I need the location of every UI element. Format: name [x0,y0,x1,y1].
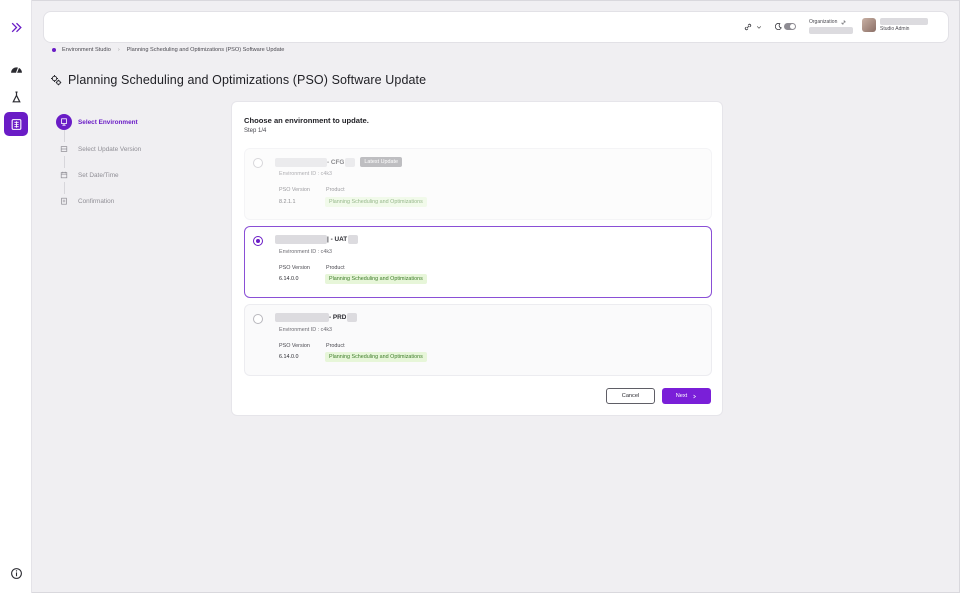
product-tag: Planning Scheduling and Optimizations [325,274,427,284]
organization-switcher[interactable]: Organization [809,19,853,34]
pso-version-value: 6.14.0.0 [279,276,299,282]
step-label: Set Date/Time [78,171,119,179]
product-tag: Planning Scheduling and Optimizations [325,197,427,207]
product-label: Product [326,187,345,193]
pso-version-value: 6.14.0.0 [279,354,299,360]
step-label: Select Update Version [78,145,142,153]
breadcrumb-current: Planning Scheduling and Optimizations (P… [126,47,285,53]
environment-suffix-redacted [348,235,359,244]
link-menu[interactable] [744,23,762,31]
next-button[interactable]: Next [662,388,711,404]
breadcrumb-root[interactable]: Environment Studio [62,47,111,53]
step-select-environment[interactable]: Select Environment [56,114,216,130]
latest-update-badge: Latest Update [360,157,402,167]
expand-icon[interactable] [4,15,28,39]
top-header: Organization Studio Admin [43,11,949,43]
dark-mode-toggle[interactable] [784,23,796,30]
environment-suffix-redacted [345,157,356,167]
environment-suffix-redacted [347,313,358,322]
environment-name-redacted [275,313,329,322]
cancel-button[interactable]: Cancel [606,388,655,404]
product-tag: Planning Scheduling and Optimizations [325,352,427,362]
chevron-right-icon [693,394,697,398]
moon-icon [775,23,782,30]
version-step-icon [56,141,72,157]
environment-selection-card: Choose an environment to update. Step 1/… [231,101,723,416]
chevron-down-icon [756,26,762,29]
flask-icon[interactable] [4,85,28,109]
step-counter: Step 1/4 [244,128,267,134]
environment-studio-icon[interactable] [4,112,28,136]
environment-suffix: - CFG [327,158,345,166]
pso-version-label: PSO Version [279,187,310,193]
environment-suffix: | - UAT [327,236,348,243]
gears-icon [51,75,62,86]
environment-id: Environment ID : c4k3 [279,171,333,177]
breadcrumb-dot [52,48,56,52]
environment-option-cfg: - CFG Latest Update Environment ID : c4k… [244,148,712,220]
theme-toggle[interactable] [775,23,796,30]
next-button-label: Next [675,393,688,399]
side-rail [0,0,32,593]
calendar-icon [56,167,72,183]
step-label: Confirmation [78,197,115,205]
environment-option-uat[interactable]: | - UAT Environment ID : c4k3 PSO Versio… [244,226,712,298]
cancel-button-label: Cancel [621,393,640,399]
environment-id: Environment ID : c4k3 [279,249,333,255]
environment-option-prd[interactable]: - PRD Environment ID : c4k3 PSO Version … [244,304,712,376]
step-select-update-version[interactable]: Select Update Version [56,141,216,157]
clipboard-icon [56,193,72,209]
product-label: Product [326,343,345,349]
pso-version-label: PSO Version [279,265,310,271]
link-icon [744,23,752,31]
user-menu[interactable]: Studio Admin [862,18,928,32]
page-header: Planning Scheduling and Optimizations (P… [50,73,426,87]
environment-radio[interactable] [253,236,263,246]
breadcrumb-separator-icon: › [117,47,120,53]
avatar [862,18,876,32]
environment-name-redacted [275,235,327,244]
environment-name: | - UAT [275,235,359,244]
step-confirmation[interactable]: Confirmation [56,193,216,209]
user-role: Studio Admin [880,26,910,32]
breadcrumb: Environment Studio › Planning Scheduling… [52,47,284,53]
user-name-redacted [880,18,928,25]
dashboard-gauge-icon[interactable] [4,57,28,81]
environment-id: Environment ID : c4k3 [279,327,333,333]
card-heading: Choose an environment to update. [244,116,369,125]
swap-icon [842,20,846,24]
environment-radio [253,158,263,168]
organization-name-redacted [809,27,853,34]
environment-radio[interactable] [253,314,263,324]
environment-name: - CFG Latest Update [275,157,402,167]
step-set-date-time[interactable]: Set Date/Time [56,167,216,183]
organization-label: Organization [809,19,838,25]
environment-name-redacted [275,157,327,167]
environment-step-icon [56,114,72,130]
pso-version-label: PSO Version [279,343,310,349]
page-title: Planning Scheduling and Optimizations (P… [68,73,427,87]
pso-version-value: 8.2.1.1 [279,199,296,205]
environment-suffix: - PRD [329,314,347,321]
product-label: Product [326,265,345,271]
info-icon[interactable] [4,561,28,585]
environment-name: - PRD [275,313,358,322]
step-label: Select Environment [78,118,138,126]
